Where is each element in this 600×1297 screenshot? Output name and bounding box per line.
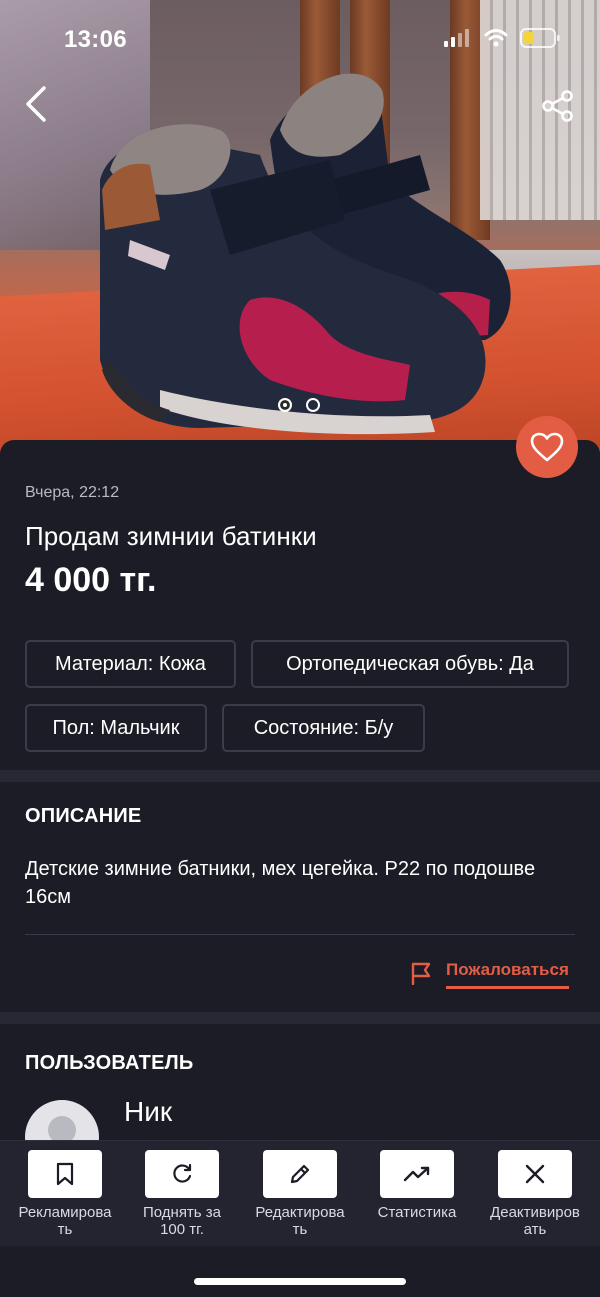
listing-date: Вчера, 22:12: [25, 484, 120, 501]
pencil-icon: [290, 1164, 310, 1184]
share-button[interactable]: [538, 86, 578, 126]
wifi-icon: [484, 29, 508, 47]
edit-action[interactable]: Редактирова ть: [242, 1150, 358, 1238]
cellular-signal-icon: [444, 29, 469, 47]
back-button[interactable]: [16, 84, 56, 124]
section-divider: [0, 1012, 600, 1024]
trend-up-icon: [403, 1166, 430, 1182]
flag-icon: [411, 962, 431, 985]
stats-label: Статистика: [377, 1204, 457, 1221]
favorite-button[interactable]: [516, 416, 578, 478]
user-heading: ПОЛЬЗОВАТЕЛЬ: [25, 1052, 194, 1074]
stats-button[interactable]: [380, 1150, 454, 1198]
status-time: 13:06: [64, 26, 127, 53]
stats-action[interactable]: Статистика: [359, 1150, 475, 1221]
user-name[interactable]: Ник: [124, 1096, 172, 1128]
status-icons: [444, 28, 560, 48]
refresh-icon: [173, 1163, 192, 1183]
edit-button[interactable]: [263, 1150, 337, 1198]
close-icon: [525, 1164, 545, 1184]
gallery-dot[interactable]: [306, 398, 320, 412]
share-icon: [542, 90, 573, 122]
report-button[interactable]: Пожаловаться: [410, 956, 569, 989]
bump-button[interactable]: [145, 1150, 219, 1198]
description-heading: ОПИСАНИЕ: [25, 805, 142, 827]
edit-label: Редактирова ть: [255, 1204, 345, 1238]
description-text: Детские зимние батники, мех цегейка. Р22…: [25, 858, 536, 908]
safe-area-bottom: [0, 1246, 600, 1297]
promote-button[interactable]: [28, 1150, 102, 1198]
attribute-chip: Ортопедическая обувь: Да: [251, 640, 569, 688]
chevron-left-icon: [26, 86, 46, 122]
bump-action[interactable]: Поднять за 100 тг.: [124, 1150, 240, 1238]
gallery-pagination[interactable]: [278, 398, 320, 412]
gallery-dot-active[interactable]: [278, 398, 292, 412]
product-photo-gallery[interactable]: 13:06: [0, 0, 600, 460]
listing-page: 13:06 Вчера, 22:12 Продам зимнии батинки…: [0, 0, 600, 1297]
bookmark-icon: [56, 1162, 74, 1186]
deactivate-action[interactable]: Деактивиров ать: [477, 1150, 593, 1238]
promote-action[interactable]: Рекламирова ть: [7, 1150, 123, 1238]
listing-title: Продам зимнии батинки: [25, 521, 317, 551]
deactivate-label: Деактивиров ать: [490, 1204, 580, 1238]
listing-price: 4 000 тг.: [25, 561, 157, 599]
deactivate-button[interactable]: [498, 1150, 572, 1198]
attribute-chip: Материал: Кожа: [25, 640, 236, 688]
report-label: Пожаловаться: [446, 956, 569, 989]
home-indicator[interactable]: [194, 1278, 406, 1285]
section-divider: [0, 770, 600, 782]
description-separator: [25, 934, 575, 935]
attribute-chip: Состояние: Б/у: [222, 704, 425, 752]
promote-label: Рекламирова ть: [18, 1204, 112, 1238]
attribute-chip: Пол: Мальчик: [25, 704, 207, 752]
battery-icon: [520, 28, 560, 48]
heart-icon: [530, 432, 564, 462]
product-photo-shoes: [100, 73, 511, 435]
bump-label: Поднять за 100 тг.: [142, 1204, 222, 1238]
